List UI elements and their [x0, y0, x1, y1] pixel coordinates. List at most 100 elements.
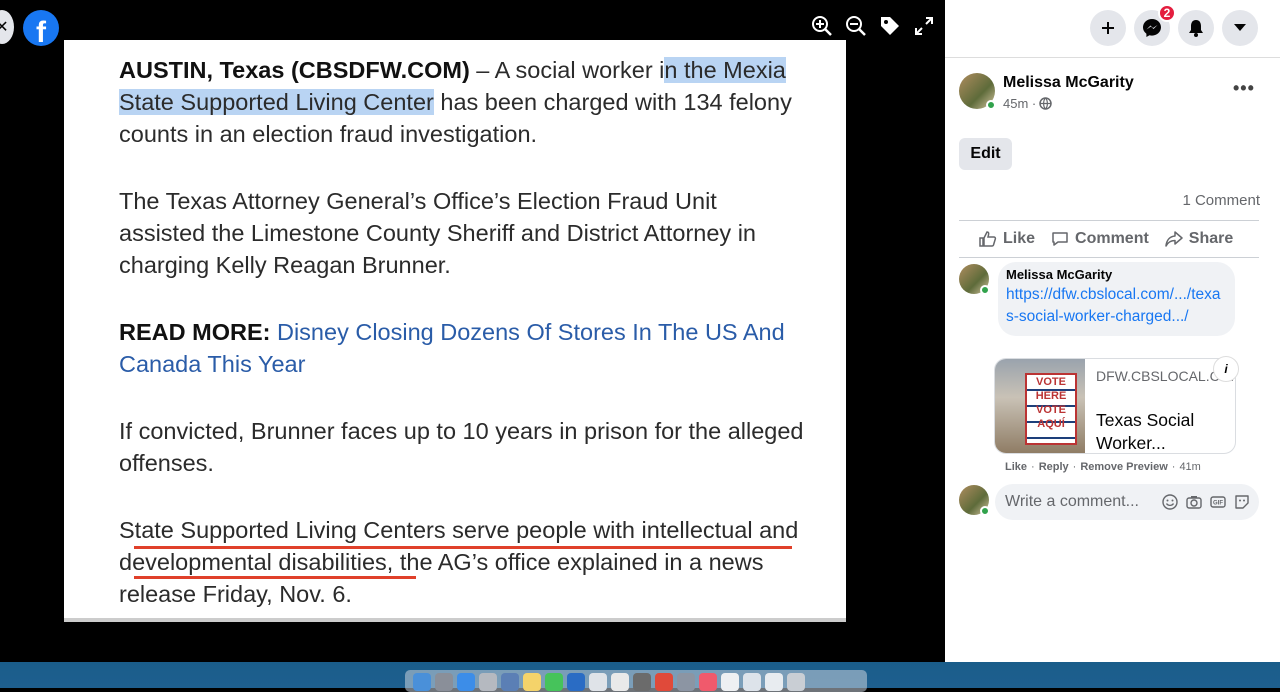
- like-label: Like: [1003, 230, 1036, 247]
- tag-icon[interactable]: [878, 14, 902, 38]
- comment-count[interactable]: 1 Comment: [1182, 192, 1260, 209]
- close-icon[interactable]: ✕: [0, 10, 14, 44]
- header-actions: 2: [1090, 4, 1258, 46]
- zoom-out-icon[interactable]: [844, 14, 868, 38]
- red-underline: [134, 576, 416, 579]
- divider: [959, 220, 1259, 221]
- like-button[interactable]: Like: [979, 230, 1035, 248]
- globe-icon: [1039, 97, 1052, 110]
- more-options-icon[interactable]: •••: [1233, 78, 1255, 99]
- account-menu-button[interactable]: [1222, 10, 1258, 46]
- article-paragraph-2: The Texas Attorney General’s Office’s El…: [119, 188, 757, 278]
- comment-meta: Like · Reply · Remove Preview · 41m: [1005, 461, 1201, 473]
- red-underline: [134, 546, 792, 549]
- messages-icon[interactable]: [545, 673, 563, 691]
- notes-icon[interactable]: [523, 673, 541, 691]
- share-icon: [1165, 231, 1183, 247]
- document-icon[interactable]: [721, 673, 739, 691]
- notifications-button[interactable]: [1178, 10, 1214, 46]
- messenger-button[interactable]: 2: [1134, 4, 1176, 46]
- plus-icon: [1102, 22, 1114, 34]
- edit-button[interactable]: Edit: [959, 138, 1012, 170]
- comment-label: Comment: [1075, 230, 1149, 247]
- messenger-icon: [1143, 19, 1161, 37]
- article-paragraph-5: State Supported Living Centers serve peo…: [119, 517, 799, 607]
- article-paragraph-4: If convicted, Brunner faces up to 10 yea…: [119, 418, 804, 476]
- create-button[interactable]: [1090, 10, 1126, 46]
- document-icon[interactable]: [743, 673, 761, 691]
- remove-preview-link[interactable]: Remove Preview: [1080, 461, 1167, 473]
- document-icon[interactable]: [765, 673, 783, 691]
- vote-sign-graphic: VOTE HERE VOTE AQUÍ: [1025, 373, 1077, 445]
- bell-icon: [1189, 20, 1203, 37]
- mail-icon[interactable]: [501, 673, 519, 691]
- trash-icon[interactable]: [787, 673, 805, 691]
- comment-button[interactable]: Comment: [1051, 230, 1149, 248]
- comment-like-link[interactable]: Like: [1005, 461, 1027, 473]
- safari-icon[interactable]: [457, 673, 475, 691]
- thumbs-up-icon: [979, 231, 997, 247]
- comment-input[interactable]: Write a comment... GIF: [995, 484, 1259, 520]
- macos-dock-background: [0, 662, 1280, 692]
- app-icon[interactable]: [589, 673, 607, 691]
- camera-icon[interactable]: [1185, 493, 1203, 511]
- comment-author-name[interactable]: Melissa McGarity: [1006, 267, 1225, 282]
- comment-link[interactable]: https://dfw.cbslocal.com/.../texas-socia…: [1006, 284, 1225, 328]
- finder-icon[interactable]: [413, 673, 431, 691]
- read-more-label: READ MORE:: [119, 319, 271, 345]
- post-side-panel: 2 Melissa McGarity 45m · ••• Edit 1 Comm…: [945, 0, 1280, 662]
- app-icon[interactable]: [677, 673, 695, 691]
- comment-reply-link[interactable]: Reply: [1039, 461, 1069, 473]
- comment-icon: [1052, 232, 1068, 246]
- link-preview-title: Texas Social Worker...: [1096, 410, 1195, 453]
- article-screenshot-image: AUSTIN, Texas (CBSDFW.COM) – A social wo…: [64, 40, 846, 622]
- post-actions: Like Comment Share: [979, 230, 1233, 248]
- emoji-icon[interactable]: [1161, 493, 1179, 511]
- link-preview-image: VOTE HERE VOTE AQUÍ: [995, 359, 1085, 453]
- article-dateline: AUSTIN, Texas (CBSDFW.COM): [119, 57, 470, 83]
- article-text-span: – A social worker i: [469, 57, 665, 83]
- photo-viewer: ✕ f AUSTIN, Texas (CBSDFW.COM) – A socia…: [0, 0, 945, 662]
- separator: ·: [1072, 461, 1077, 473]
- link-preview-card[interactable]: VOTE HERE VOTE AQUÍ DFW.CBSLOCAL.COM Tex…: [994, 358, 1236, 454]
- chevron-down-icon: [1234, 24, 1246, 31]
- link-preview-domain: DFW.CBSLOCAL.COM: [1096, 368, 1236, 384]
- avatar: [959, 485, 990, 516]
- post-timestamp[interactable]: 45m ·: [1003, 96, 1036, 111]
- viewer-toolbar: [810, 14, 936, 38]
- sticker-icon[interactable]: [1233, 493, 1251, 511]
- article-text: AUSTIN, Texas (CBSDFW.COM) – A social wo…: [119, 54, 809, 645]
- post-meta: 45m ·: [1003, 96, 1052, 111]
- post-author-name[interactable]: Melissa McGarity: [1003, 74, 1134, 92]
- macos-dock: [405, 670, 867, 692]
- separator: ·: [1171, 461, 1176, 473]
- online-status-dot: [980, 506, 990, 516]
- music-icon[interactable]: [699, 673, 717, 691]
- facebook-logo-icon[interactable]: f: [23, 10, 59, 46]
- online-status-dot: [980, 285, 990, 295]
- divider: [959, 257, 1259, 258]
- svg-text:GIF: GIF: [1213, 501, 1223, 507]
- help-icon[interactable]: [479, 673, 497, 691]
- online-status-dot: [986, 100, 996, 110]
- comment-input-placeholder: Write a comment...: [1005, 493, 1139, 510]
- zoom-icon[interactable]: [567, 673, 585, 691]
- calendar-icon[interactable]: [611, 673, 629, 691]
- chrome-icon[interactable]: [655, 673, 673, 691]
- avatar[interactable]: [959, 73, 996, 110]
- fullscreen-icon[interactable]: [912, 14, 936, 38]
- share-label: Share: [1188, 230, 1234, 247]
- gif-icon[interactable]: GIF: [1209, 493, 1227, 511]
- settings-icon[interactable]: [633, 673, 651, 691]
- zoom-in-icon[interactable]: [810, 14, 834, 38]
- avatar[interactable]: [959, 264, 990, 295]
- article-paragraph-1: AUSTIN, Texas (CBSDFW.COM) – A social wo…: [119, 54, 809, 150]
- info-icon[interactable]: i: [1213, 356, 1239, 382]
- comment-timestamp[interactable]: 41m: [1179, 461, 1200, 473]
- divider: [945, 57, 1280, 58]
- launchpad-icon[interactable]: [435, 673, 453, 691]
- article-paragraph-3: READ MORE: Disney Closing Dozens Of Stor…: [119, 316, 809, 380]
- notification-badge: 2: [1158, 4, 1176, 22]
- share-button[interactable]: Share: [1165, 230, 1233, 248]
- comment-bubble: Melissa McGarity https://dfw.cbslocal.co…: [998, 262, 1235, 336]
